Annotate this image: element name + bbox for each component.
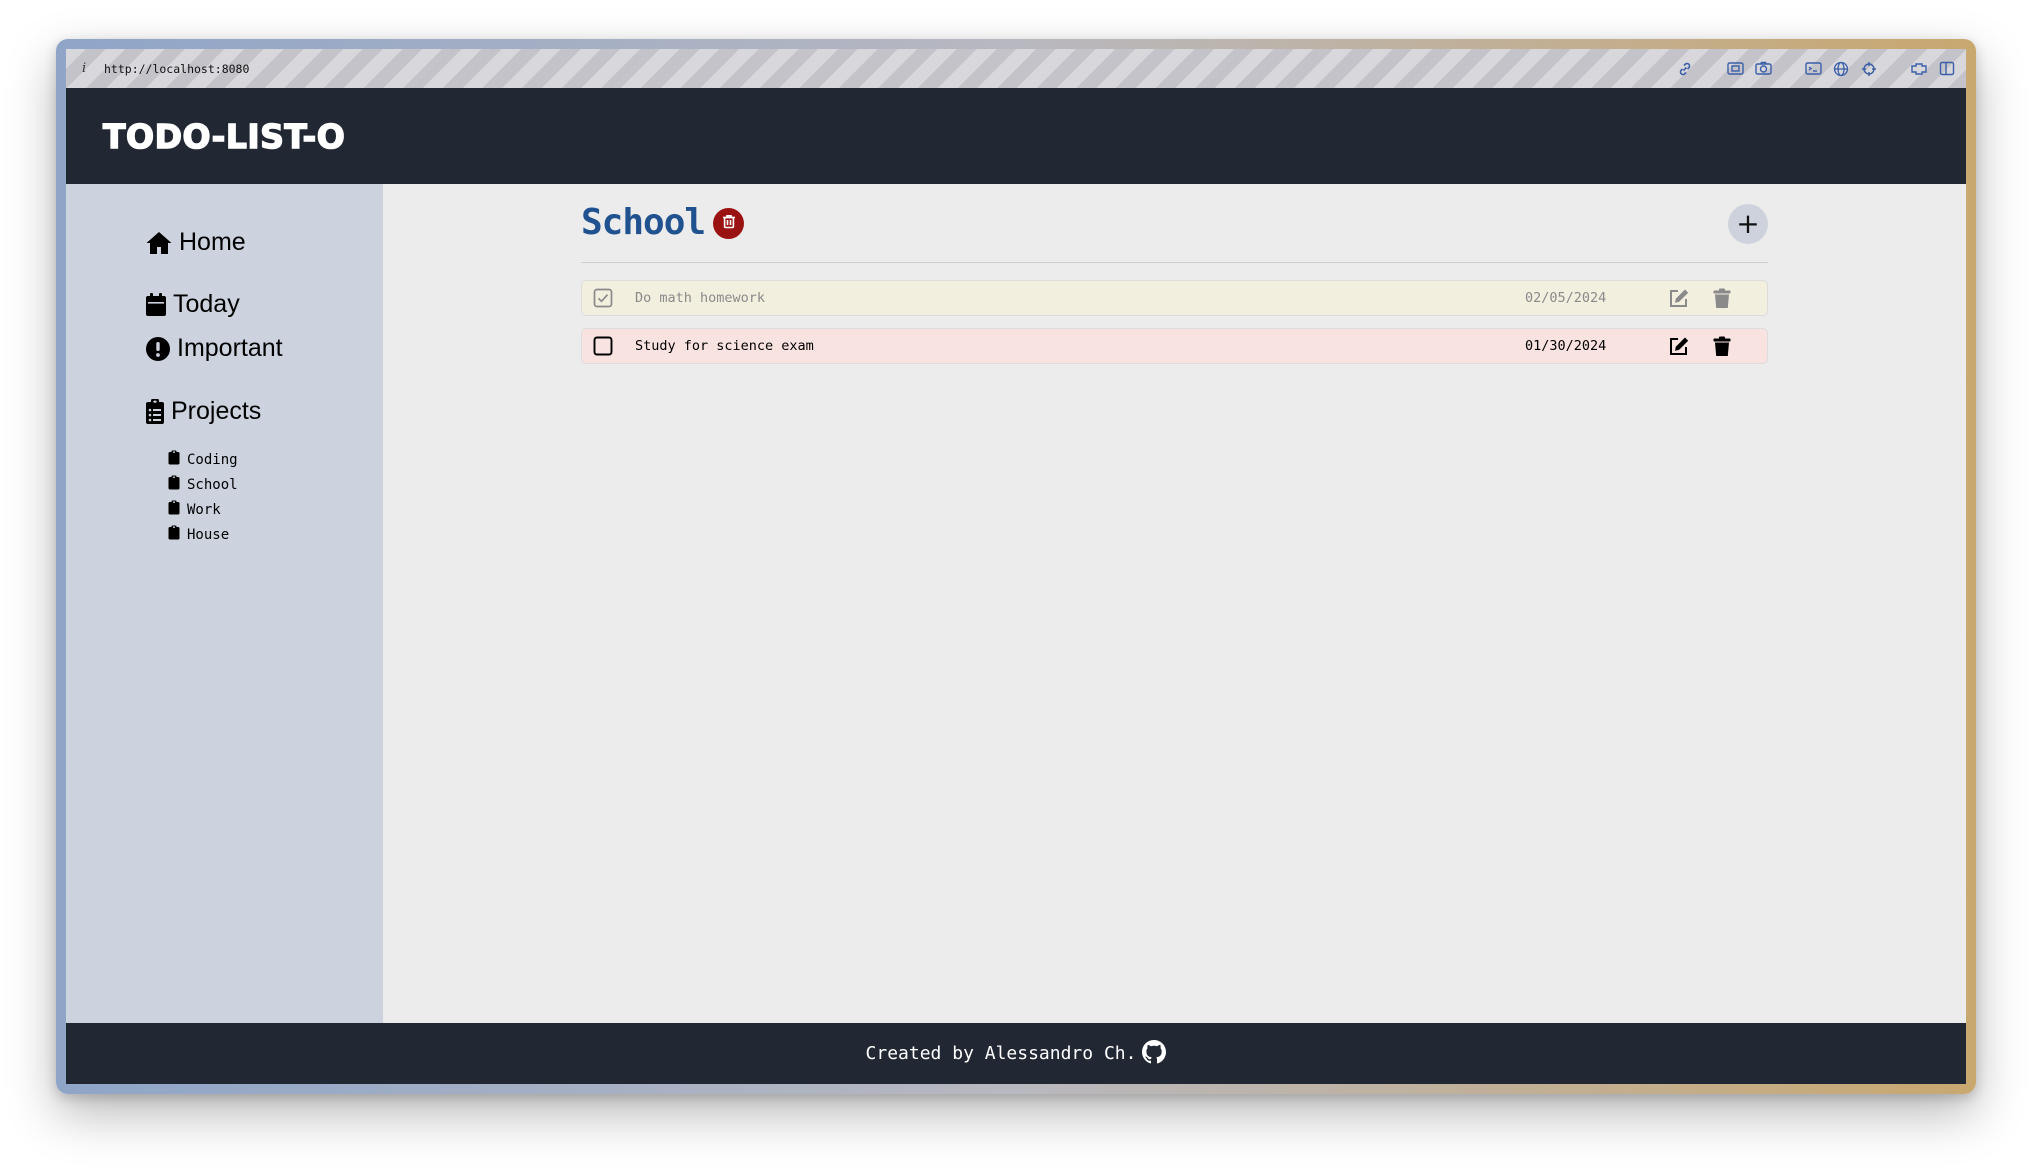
title-divider: [581, 262, 1768, 263]
edit-icon[interactable]: [1666, 286, 1692, 310]
terminal-icon[interactable]: [1804, 60, 1822, 78]
sidebar-item-today[interactable]: Today: [145, 290, 240, 319]
globe-icon[interactable]: [1832, 60, 1850, 78]
exclamation-circle-icon: [145, 336, 171, 362]
task-title: Study for science exam: [635, 338, 814, 354]
task-row[interactable]: Do math homework 02/05/2024: [581, 280, 1768, 316]
project-label: Work: [187, 501, 221, 518]
project-label: House: [187, 526, 230, 543]
app-header: TODO-LIST-O: [66, 88, 1966, 184]
clipboard-icon: [168, 500, 180, 519]
site-info-icon[interactable]: i: [82, 61, 96, 76]
link-icon[interactable]: [1676, 60, 1694, 78]
screenshot-area-icon[interactable]: [1726, 60, 1744, 78]
sidebar-item-house[interactable]: House: [168, 522, 238, 547]
clipboard-list-icon: [145, 398, 165, 425]
browser-toolbar: [1676, 49, 1956, 88]
page-title: School: [581, 202, 706, 243]
sidebar-toggle-icon[interactable]: [1938, 60, 1956, 78]
clipboard-icon: [168, 475, 180, 494]
url-bar[interactable]: i http://localhost:8080: [66, 49, 1966, 88]
sidebar-item-home[interactable]: Home: [145, 228, 246, 257]
project-label: Coding: [187, 451, 238, 468]
task-date: 01/30/2024: [1525, 338, 1607, 354]
sidebar-item-label: Today: [173, 290, 240, 318]
task-title: Do math homework: [635, 290, 766, 306]
trash-icon[interactable]: [1709, 286, 1735, 310]
app-footer: Created by Alessandro Ch.: [66, 1023, 1966, 1084]
sidebar-item-work[interactable]: Work: [168, 497, 238, 522]
main-content: School + Do math homework 02/05/2024 Stu…: [383, 184, 1966, 1023]
home-icon: [145, 230, 173, 256]
trash-icon: [722, 214, 736, 233]
sidebar: Home Today Important Projects Coding Sch…: [66, 184, 383, 1023]
project-list: Coding School Work House: [168, 447, 238, 547]
task-checkbox-checked[interactable]: [592, 287, 614, 309]
delete-project-button[interactable]: [713, 208, 744, 239]
browser-window: i http://localhost:8080 TODO-LIST-O Home…: [66, 49, 1966, 1084]
task-checkbox[interactable]: [592, 335, 614, 357]
clipboard-icon: [168, 525, 180, 544]
sidebar-item-label: Important: [177, 334, 283, 362]
sidebar-item-label: Projects: [171, 397, 262, 425]
extension-icon[interactable]: [1910, 60, 1928, 78]
brand-logo[interactable]: TODO-LIST-O: [102, 116, 345, 157]
sidebar-item-coding[interactable]: Coding: [168, 447, 238, 472]
task-date: 02/05/2024: [1525, 290, 1607, 306]
edit-icon[interactable]: [1666, 334, 1692, 358]
clipboard-icon: [168, 450, 180, 469]
footer-credit: Created by Alessandro Ch.: [865, 1043, 1137, 1064]
sidebar-item-important[interactable]: Important: [145, 334, 283, 363]
trash-icon[interactable]: [1709, 334, 1735, 358]
calendar-icon: [145, 292, 167, 317]
sidebar-item-projects[interactable]: Projects: [145, 397, 261, 426]
sidebar-item-school[interactable]: School: [168, 472, 238, 497]
url-text[interactable]: http://localhost:8080: [104, 62, 249, 76]
sidebar-item-label: Home: [179, 228, 246, 256]
task-row[interactable]: Study for science exam 01/30/2024: [581, 328, 1768, 364]
github-icon[interactable]: [1142, 1039, 1167, 1068]
add-task-button[interactable]: +: [1728, 204, 1768, 244]
camera-icon[interactable]: [1754, 60, 1772, 78]
crosshair-icon[interactable]: [1860, 60, 1878, 78]
project-label: School: [187, 476, 238, 493]
